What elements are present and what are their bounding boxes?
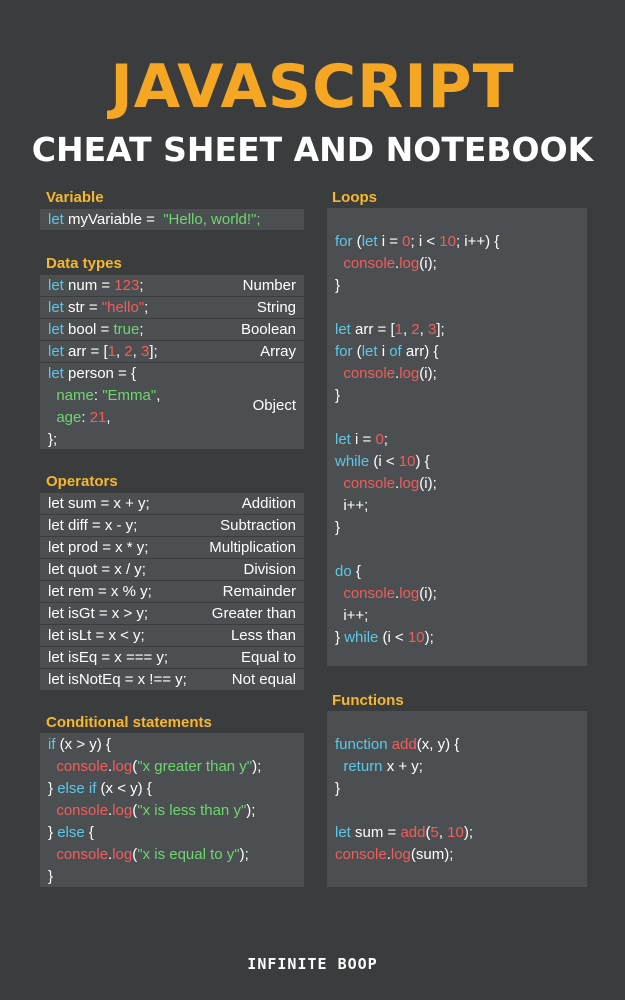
object-code-block: let person = { name: "Emma", age: 21, };…: [40, 363, 304, 449]
section-label-conditional: Conditional statements: [46, 714, 212, 731]
section-label-data-types: Data types: [46, 255, 122, 272]
section-label-variable: Variable: [46, 189, 104, 206]
operator-row: let isGt = x > y; Greater than: [40, 603, 304, 624]
code-line: let str = "hello"; String: [40, 297, 304, 318]
operator-row: let quot = x / y; Division: [40, 559, 304, 580]
operator-row: let rem = x % y; Remainder: [40, 581, 304, 602]
operator-row: let isNotEq = x !== y; Not equal: [40, 669, 304, 690]
code-line: let bool = true; Boolean: [40, 319, 304, 340]
operator-row: let sum = x + y; Addition: [40, 493, 304, 514]
variable-code: myVariable =: [68, 211, 160, 228]
variable-string: "Hello, world!";: [163, 211, 261, 228]
section-label-operators: Operators: [46, 473, 118, 490]
page-title: JAVASCRIPT: [110, 52, 515, 122]
operator-row: let diff = x - y; Subtraction: [40, 515, 304, 536]
brand-footer: INFINITE BOOP: [247, 955, 378, 973]
type-desc: Object: [252, 397, 296, 414]
section-label-functions: Functions: [332, 692, 404, 709]
functions-code-block: function add(x, y) { return x + y; } let…: [327, 711, 587, 887]
operator-row: let isLt = x < y; Less than: [40, 625, 304, 646]
loops-code-block: for (let i = 0; i < 10; i++) { console.l…: [327, 208, 587, 666]
conditional-code-block: if (x > y) { console.log("x greater than…: [40, 733, 304, 887]
code-line: let arr = [1, 2, 3]; Array: [40, 341, 304, 362]
operator-row: let isEq = x === y; Equal to: [40, 647, 304, 668]
code-line: let num = 123; Number: [40, 275, 304, 296]
type-desc: String: [256, 299, 296, 316]
section-label-loops: Loops: [332, 189, 377, 206]
page-subtitle: CHEAT SHEET AND NOTEBOOK: [31, 130, 594, 169]
type-desc: Number: [242, 277, 296, 294]
operator-row: let prod = x * y; Multiplication: [40, 537, 304, 558]
code-line: let myVariable = "Hello, world!";: [40, 209, 304, 230]
type-desc: Array: [260, 343, 296, 360]
type-desc: Boolean: [240, 321, 296, 338]
